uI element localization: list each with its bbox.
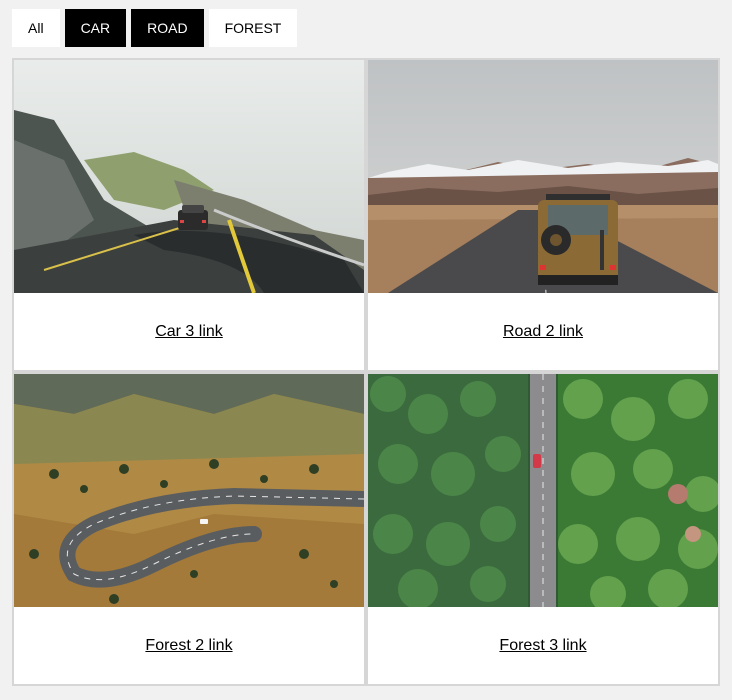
filter-road-button[interactable]: ROAD [131,9,204,47]
gallery-card: Car 3 link [14,60,364,370]
filter-bar: All CAR ROAD FOREST [12,9,298,47]
image-gallery: Car 3 link Road 2 link Forest 2 link For… [12,58,720,686]
gallery-card: Road 2 link [368,60,718,370]
card-link[interactable]: Car 3 link [155,323,223,341]
mountain-road-car-image [14,60,364,293]
card-link[interactable]: Forest 3 link [499,637,586,655]
card-caption: Car 3 link [14,294,364,370]
forest-road-aerial-image [368,374,718,607]
desert-road-van-image [368,60,718,293]
card-caption: Forest 3 link [368,608,718,684]
filter-forest-button[interactable]: FOREST [208,9,298,47]
winding-mountain-road-image [14,374,364,607]
filter-all-button[interactable]: All [12,9,60,47]
gallery-card: Forest 3 link [368,374,718,684]
card-caption: Road 2 link [368,294,718,370]
card-link[interactable]: Road 2 link [503,323,583,341]
card-caption: Forest 2 link [14,608,364,684]
filter-car-button[interactable]: CAR [64,9,127,47]
gallery-card: Forest 2 link [14,374,364,684]
card-link[interactable]: Forest 2 link [145,637,232,655]
